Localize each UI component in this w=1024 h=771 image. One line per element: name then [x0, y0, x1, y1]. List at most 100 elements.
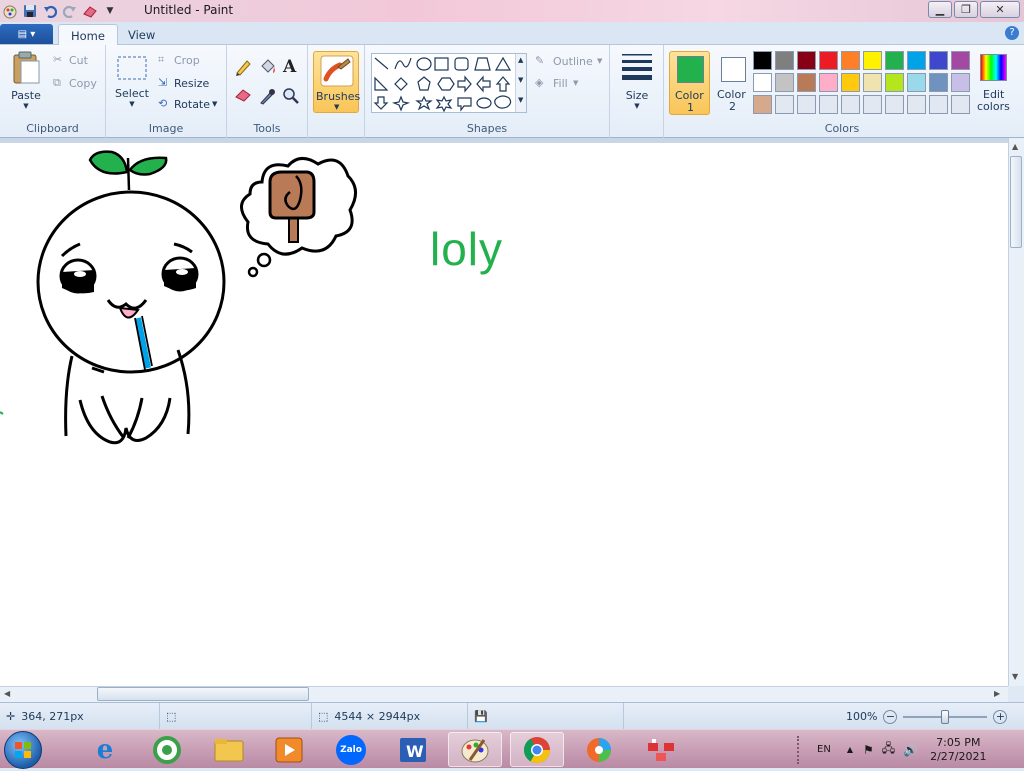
start-button[interactable]	[4, 731, 42, 769]
customize-dropdown-icon[interactable]: ▼	[102, 3, 118, 19]
paint-app-icon[interactable]	[2, 3, 18, 19]
taskbar-ie[interactable]: e	[78, 732, 132, 767]
palette-swatch[interactable]	[819, 51, 838, 70]
horizontal-scroll-thumb[interactable]	[97, 687, 309, 701]
palette-swatch[interactable]	[841, 73, 860, 92]
fill-tool[interactable]	[258, 58, 276, 79]
copy-button[interactable]: Copy	[69, 77, 97, 90]
action-center-icon[interactable]: ⚑	[863, 743, 874, 757]
palette-swatch[interactable]	[907, 95, 926, 114]
palette-swatch[interactable]	[929, 95, 948, 114]
tab-home[interactable]: Home	[58, 24, 118, 46]
zoom-slider[interactable]	[903, 709, 988, 724]
palette-swatch[interactable]	[775, 95, 794, 114]
palette-swatch[interactable]	[753, 51, 772, 70]
shapes-scroll-up-icon[interactable]: ▲	[518, 56, 523, 64]
palette-swatch[interactable]	[951, 73, 970, 92]
help-icon[interactable]: ?	[1005, 26, 1019, 40]
palette-swatch[interactable]	[753, 95, 772, 114]
taskbar-word[interactable]: W	[386, 732, 440, 767]
crop-button[interactable]: Crop	[174, 54, 200, 67]
clock[interactable]: 7:05 PM 2/27/2021	[930, 736, 986, 764]
shapes-gallery-scroll[interactable]: ▲ ▼ ▼	[515, 54, 526, 112]
eraser-quick-icon[interactable]	[82, 3, 98, 19]
palette-swatch[interactable]	[797, 73, 816, 92]
palette-swatch[interactable]	[885, 73, 904, 92]
taskbar-app-circle[interactable]	[572, 732, 626, 767]
palette-swatch[interactable]	[775, 73, 794, 92]
image-group: Select ▼ ⌗ Crop ⇲ Resize ⟲ Rotate ▼ Imag…	[106, 45, 227, 138]
select-button[interactable]: Select ▼	[114, 55, 150, 108]
shapes-scroll-down-icon[interactable]: ▼	[518, 76, 523, 84]
canvas-area[interactable]: loly	[0, 138, 1008, 686]
palette-swatch[interactable]	[819, 95, 838, 114]
palette-swatch[interactable]	[819, 73, 838, 92]
palette-swatch[interactable]	[951, 51, 970, 70]
palette-swatch[interactable]	[885, 51, 904, 70]
zoom-slider-thumb[interactable]	[941, 709, 950, 724]
zoom-in-icon[interactable]: +	[993, 709, 1008, 724]
taskbar-paint[interactable]	[448, 732, 502, 767]
paste-button[interactable]: Paste ▼	[8, 51, 44, 110]
palette-swatch[interactable]	[885, 95, 904, 114]
resize-button[interactable]: Resize	[174, 77, 209, 90]
vertical-scroll-thumb[interactable]	[1010, 156, 1022, 248]
eraser-tool[interactable]	[234, 87, 252, 106]
taskbar-network-app[interactable]	[634, 732, 688, 767]
palette-swatch[interactable]	[863, 51, 882, 70]
scroll-right-icon[interactable]: ▶	[994, 689, 1000, 698]
outline-button[interactable]: Outline	[553, 55, 593, 68]
volume-icon[interactable]: 🔊	[903, 743, 918, 757]
drawing[interactable]	[0, 138, 1008, 686]
palette-swatch[interactable]	[907, 73, 926, 92]
taskbar-media[interactable]	[262, 732, 316, 767]
color-picker-tool[interactable]	[258, 87, 276, 108]
color-2-button[interactable]: Color 2	[713, 51, 754, 115]
text-tool[interactable]: A	[283, 57, 296, 77]
close-button[interactable]: ✕	[980, 1, 1020, 18]
taskbar-zalo[interactable]: Zalo	[324, 732, 378, 767]
palette-swatch[interactable]	[841, 95, 860, 114]
palette-swatch[interactable]	[951, 95, 970, 114]
scroll-up-icon[interactable]: ▲	[1012, 142, 1018, 151]
scroll-left-icon[interactable]: ◀	[4, 689, 10, 698]
cursor-position: ✛ 364, 271px	[0, 703, 160, 730]
color-1-button[interactable]: Color 1	[669, 51, 710, 115]
scroll-down-icon[interactable]: ▼	[1012, 672, 1018, 681]
palette-swatch[interactable]	[863, 73, 882, 92]
palette-swatch[interactable]	[841, 51, 860, 70]
show-hidden-icons[interactable]: ▲	[847, 745, 853, 754]
magnifier-tool[interactable]	[282, 87, 300, 108]
tab-view[interactable]: View	[116, 24, 167, 46]
shapes-expand-icon[interactable]: ▼	[518, 96, 523, 104]
palette-swatch[interactable]	[797, 95, 816, 114]
undo-icon[interactable]	[42, 3, 58, 19]
palette-swatch[interactable]	[863, 95, 882, 114]
fill-button[interactable]: Fill	[553, 77, 568, 90]
pencil-tool[interactable]	[234, 58, 252, 79]
network-icon[interactable]: 🖧	[882, 739, 895, 760]
palette-swatch[interactable]	[907, 51, 926, 70]
taskbar-cococ[interactable]	[140, 732, 194, 767]
cut-button[interactable]: Cut	[69, 54, 88, 67]
save-icon[interactable]	[22, 3, 38, 19]
redo-icon[interactable]	[62, 3, 78, 19]
paint-menu-button[interactable]: ▤ ▾	[0, 24, 53, 44]
minimize-button[interactable]: ▁	[928, 1, 952, 18]
zoom-out-icon[interactable]: −	[883, 709, 898, 724]
palette-swatch[interactable]	[753, 73, 772, 92]
rotate-button[interactable]: Rotate	[174, 98, 210, 111]
taskbar-explorer[interactable]	[202, 732, 256, 767]
size-button[interactable]: Size ▼	[618, 51, 656, 110]
rotate-dropdown-icon[interactable]: ▼	[212, 100, 217, 108]
maximize-button[interactable]: ❐	[954, 1, 978, 18]
palette-swatch[interactable]	[929, 73, 948, 92]
palette-swatch[interactable]	[775, 51, 794, 70]
palette-swatch[interactable]	[797, 51, 816, 70]
palette-swatch[interactable]	[929, 51, 948, 70]
edit-colors-button[interactable]: Edit colors	[976, 51, 1012, 115]
shapes-gallery[interactable]: ▲ ▼ ▼	[371, 53, 527, 113]
brushes-button[interactable]: Brushes ▼	[313, 51, 360, 113]
language-indicator[interactable]: EN	[817, 744, 831, 755]
taskbar-chrome[interactable]	[510, 732, 564, 767]
